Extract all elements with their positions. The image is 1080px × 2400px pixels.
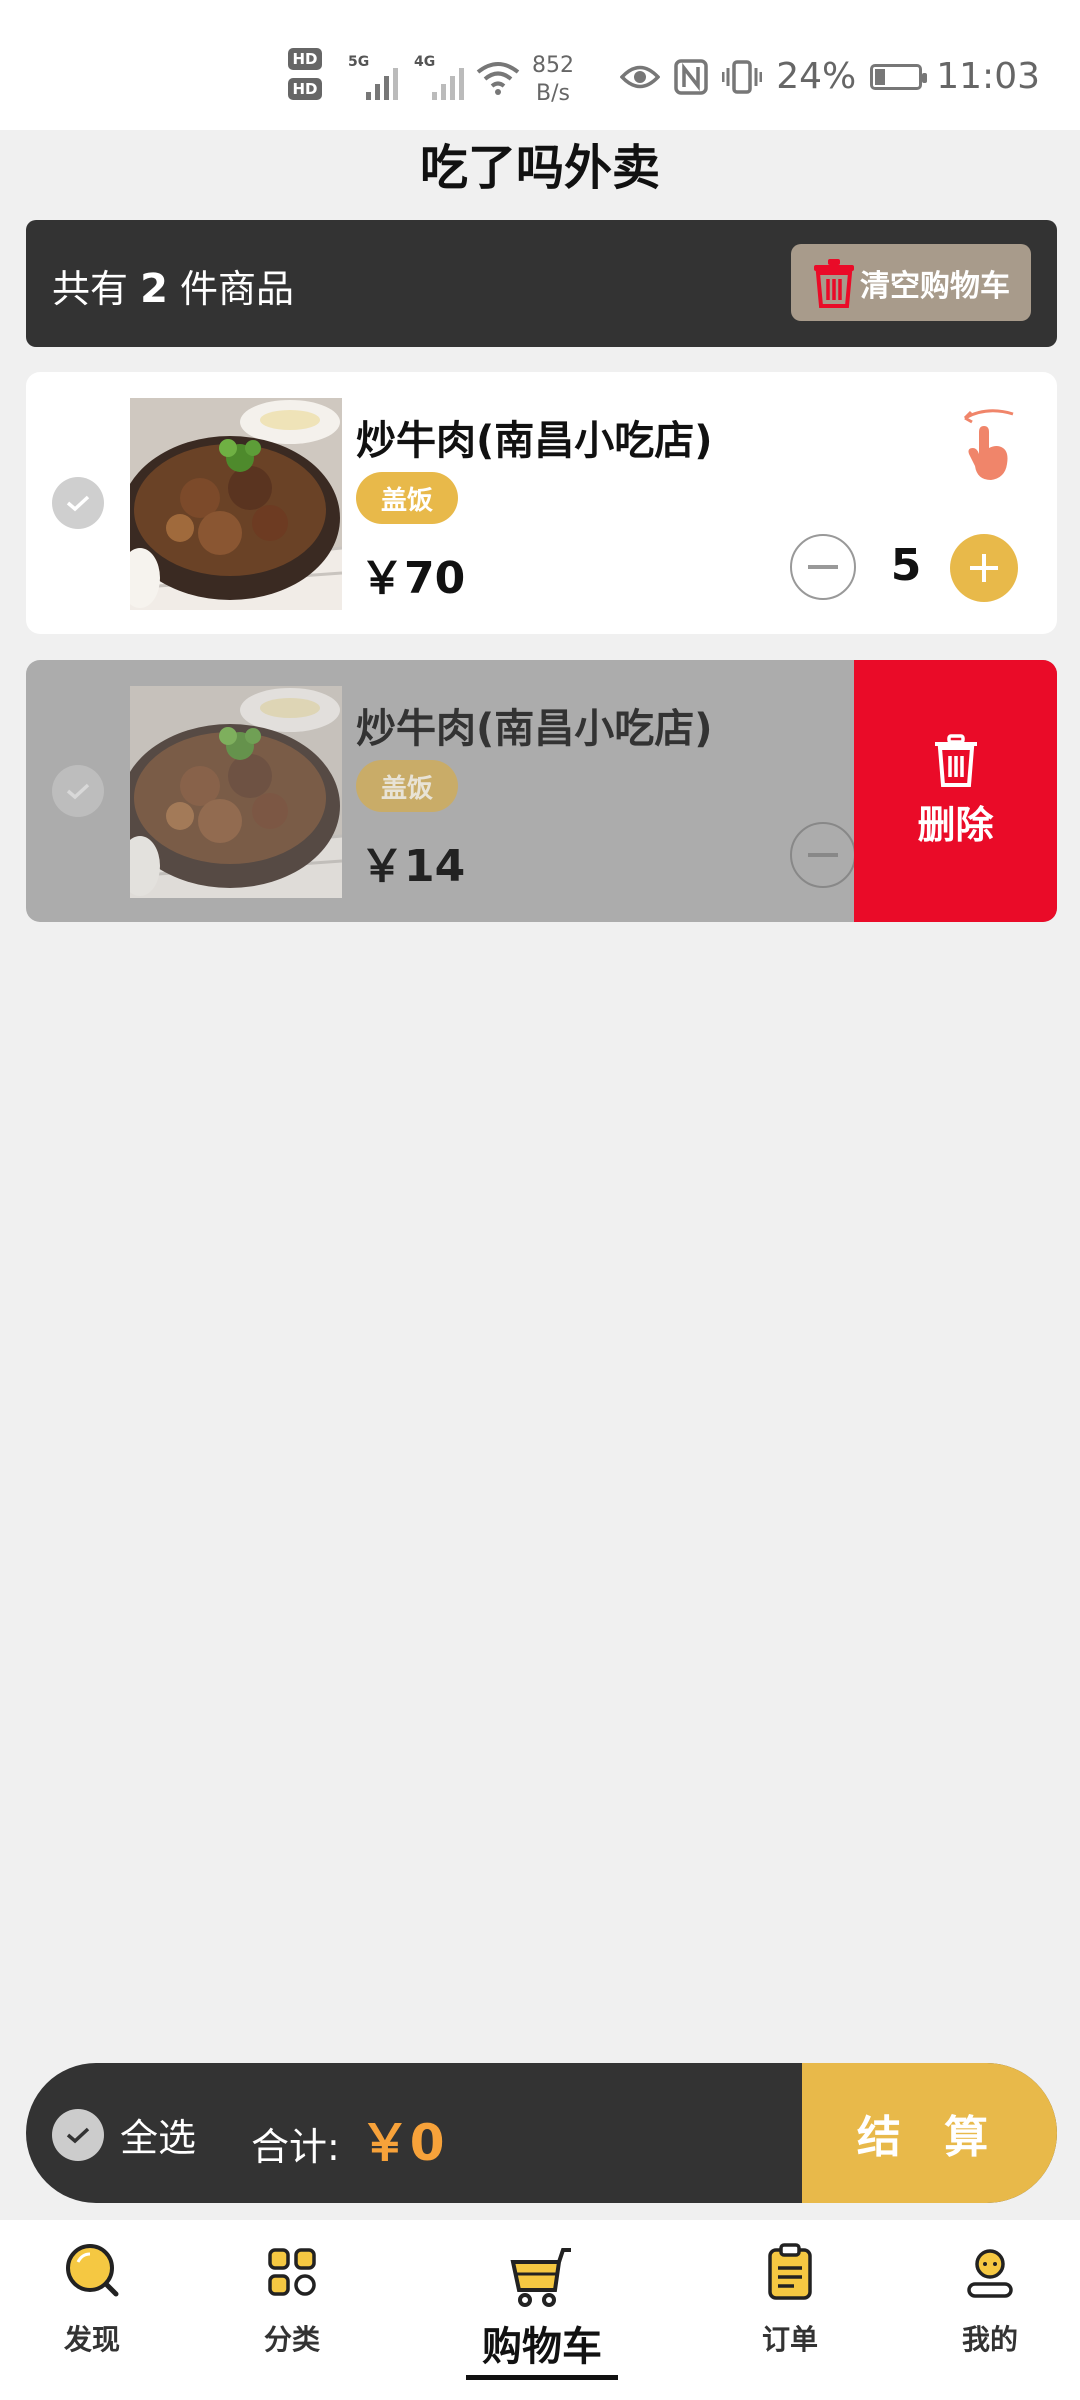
item-category-tag: 盖饭: [356, 760, 458, 812]
clear-cart-button[interactable]: 清空购物车: [791, 244, 1031, 321]
total-value: ￥0: [359, 2114, 445, 2172]
total-amount: 合计: ￥0: [251, 2103, 445, 2175]
tab-orders[interactable]: 订单: [720, 2220, 860, 2400]
eye-icon: [620, 65, 661, 88]
battery-percent: 24%: [776, 56, 857, 97]
discover-icon: [66, 2244, 119, 2297]
network-speed: 852 B/s: [532, 52, 574, 108]
tab-profile[interactable]: 我的: [920, 2220, 1060, 2400]
item-name: 炒牛肉(南昌小吃店): [356, 706, 713, 752]
food-image: [130, 398, 342, 610]
checkout-bar: 全选 合计: ￥0 结 算: [26, 2063, 1057, 2203]
page-title: 吃了吗外卖: [419, 140, 660, 196]
decrease-quantity-button[interactable]: [790, 534, 856, 600]
item-count-text: 共有 2 件商品: [52, 258, 294, 313]
wifi-icon: [476, 62, 520, 95]
item-category-tag: 盖饭: [356, 472, 458, 524]
item-name: 炒牛肉(南昌小吃店): [356, 418, 713, 464]
food-image: [130, 686, 342, 898]
select-all-toggle[interactable]: 全选: [52, 2107, 196, 2162]
bottom-tab-bar: 发现 分类 购物车 订单 我的: [0, 2220, 1080, 2400]
check-icon: [66, 495, 90, 512]
status-right: 24% 11:03: [620, 56, 1040, 97]
select-all-label: 全选: [120, 2116, 197, 2160]
cart-item: 炒牛肉(南昌小吃店) 盖饭 ￥70 5: [26, 372, 1057, 634]
cart-summary-bar: 共有 2 件商品 清空购物车: [26, 220, 1057, 347]
profile-icon: [967, 2249, 1013, 2298]
check-icon: [66, 2127, 90, 2143]
plus-icon: [970, 554, 998, 582]
tab-category[interactable]: 分类: [222, 2220, 362, 2400]
item-price: ￥14: [360, 841, 466, 892]
delete-label: 删除: [917, 802, 994, 847]
order-icon: [768, 2243, 812, 2300]
hd2-badge: HD: [288, 78, 322, 100]
tab-discover[interactable]: 发现: [22, 2220, 162, 2400]
vibrate-icon: [722, 59, 763, 94]
trash-icon: [934, 733, 977, 787]
item-quantity: 5: [890, 540, 922, 591]
hd-indicator: HD HD: [288, 48, 340, 112]
decrease-quantity-button[interactable]: [790, 822, 856, 888]
hd1-badge: HD: [288, 48, 322, 70]
check-icon: [66, 783, 90, 800]
network-speed-value: 852: [532, 53, 574, 78]
item-select-checkbox[interactable]: [52, 765, 104, 817]
cart-icon: [510, 2248, 571, 2307]
clock: 11:03: [936, 56, 1040, 97]
network-speed-unit: B/s: [536, 81, 570, 106]
status-bar: HD HD 5G 4G 852 B/s 24% 11:03: [0, 0, 1080, 130]
swipe-left-hint-icon: [963, 409, 1014, 480]
battery-icon: [870, 63, 928, 90]
trash-icon: [814, 258, 854, 308]
item-count: 2: [140, 266, 168, 312]
checkout-button[interactable]: 结 算: [802, 2063, 1057, 2203]
item-select-checkbox[interactable]: [52, 477, 104, 529]
category-icon: [268, 2248, 316, 2296]
nfc-icon: [674, 58, 708, 95]
tab-orders-label: 订单: [761, 2323, 818, 2356]
delete-item-button[interactable]: 删除: [854, 660, 1057, 922]
tab-profile-label: 我的: [961, 2323, 1018, 2356]
clear-cart-label: 清空购物车: [860, 268, 1010, 304]
count-prefix: 共有: [52, 267, 129, 311]
select-all-checkbox[interactable]: [52, 2108, 104, 2161]
item-price: ￥70: [360, 553, 466, 604]
count-suffix: 件商品: [180, 267, 295, 311]
active-tab-indicator: [466, 2375, 618, 2380]
cart-item: 炒牛肉(南昌小吃店) 盖饭 ￥14 删除: [26, 660, 1057, 922]
total-label: 合计:: [251, 2125, 340, 2169]
tab-discover-label: 发现: [63, 2323, 120, 2356]
tab-cart[interactable]: 购物车: [472, 2220, 612, 2400]
increase-quantity-button[interactable]: [950, 534, 1018, 602]
tab-cart-label: 购物车: [482, 2324, 602, 2370]
tab-category-label: 分类: [263, 2323, 320, 2356]
